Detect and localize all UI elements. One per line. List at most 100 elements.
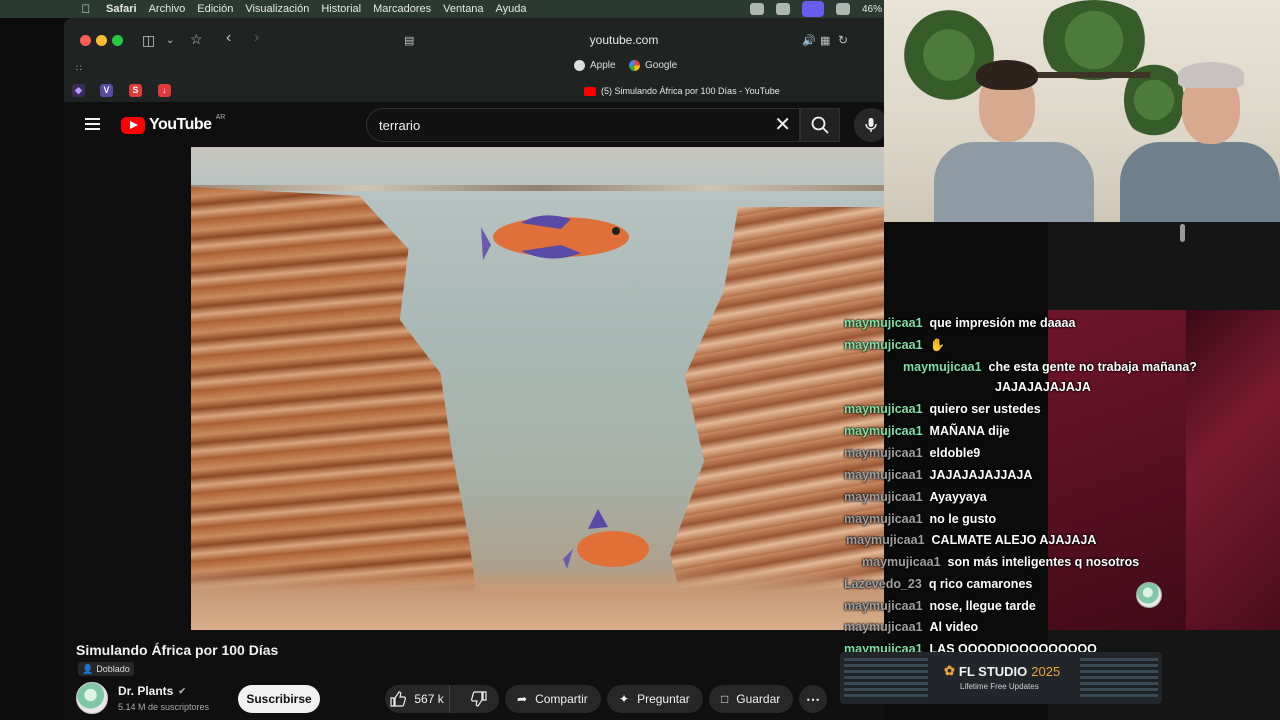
more-options-button[interactable]: ⋯ bbox=[799, 685, 827, 713]
dubbed-icon: 👤 bbox=[82, 664, 94, 674]
ad-title: ✿ FL STUDIO 2025 bbox=[944, 663, 1060, 679]
screen-mirror-icon[interactable] bbox=[801, 1, 824, 17]
sand-bottom bbox=[191, 567, 884, 630]
youtube-favicon-icon bbox=[584, 86, 596, 96]
star-icon[interactable]: ☆ bbox=[190, 32, 203, 46]
speaker-icon[interactable]: 🔊 bbox=[802, 34, 816, 48]
tab-title-label: (5) Simulando África por 100 Días - YouT… bbox=[601, 86, 780, 96]
save-label: Guardar bbox=[736, 692, 781, 706]
extension-v-icon[interactable]: V bbox=[100, 84, 113, 97]
forward-icon[interactable]: › bbox=[254, 30, 259, 46]
fish-small-icon bbox=[563, 509, 649, 569]
favorite-google[interactable]: Google bbox=[629, 60, 677, 71]
search-button[interactable] bbox=[800, 108, 840, 142]
country-code: AR bbox=[215, 113, 226, 121]
like-count: 567 k bbox=[414, 692, 444, 706]
share-icon: ➦ bbox=[517, 692, 528, 706]
youtube-play-icon bbox=[121, 116, 145, 134]
thumbs-down-icon bbox=[470, 691, 487, 707]
zoom-window-button[interactable] bbox=[112, 35, 123, 46]
menu-marcadores[interactable]: Marcadores bbox=[373, 3, 431, 15]
channel-name-label: Dr. Plants bbox=[118, 684, 174, 698]
dislike-button[interactable] bbox=[458, 685, 499, 713]
google-favicon-icon bbox=[629, 60, 640, 71]
menu-ventana[interactable]: Ventana bbox=[443, 3, 483, 15]
menu-edicion[interactable]: Edición bbox=[197, 3, 233, 15]
address-bar[interactable]: ▤ youtube.com 🔊 ▦ ↻ bbox=[394, 30, 854, 52]
download-icon[interactable]: ↓ bbox=[158, 84, 171, 97]
favorite-google-label: Google bbox=[645, 60, 678, 71]
dubbed-label: Doblado bbox=[96, 664, 130, 674]
share-button[interactable]: ➦ Compartir bbox=[505, 685, 601, 713]
like-button[interactable]: 567 k bbox=[385, 685, 451, 713]
water-surface bbox=[191, 185, 884, 191]
ad-title-text: FL STUDIO bbox=[958, 663, 1028, 679]
extension-s-icon[interactable]: S bbox=[129, 84, 142, 97]
menu-safari[interactable]: Safari bbox=[106, 3, 137, 15]
daw-screenshot-left bbox=[844, 658, 928, 698]
ad-subtitle: Lifetime Free Updates bbox=[960, 682, 1039, 691]
subscribe-button[interactable]: Suscribirse bbox=[238, 685, 320, 713]
sparkle-icon: ✦ bbox=[619, 692, 630, 706]
youtube-logo[interactable]: YouTube AR bbox=[121, 113, 226, 134]
close-window-button[interactable] bbox=[80, 35, 91, 46]
save-button[interactable]: □ Guardar bbox=[709, 685, 793, 713]
fl-studio-ad[interactable]: ✿ FL STUDIO 2025 Lifetime Free Updates bbox=[840, 652, 1162, 704]
back-icon[interactable]: ‹ bbox=[226, 30, 231, 46]
youtube-page: YouTube AR terrario ✕ Simulando África p… bbox=[64, 102, 888, 720]
apple-menu-icon[interactable]:  bbox=[78, 1, 94, 17]
chevron-down-icon[interactable]: ⌄ bbox=[166, 34, 174, 48]
status-tray: 46% bbox=[749, 0, 884, 18]
minimize-window-button[interactable] bbox=[96, 35, 107, 46]
chat-avatar bbox=[1136, 582, 1162, 608]
menu-archivo[interactable]: Archivo bbox=[149, 3, 186, 15]
subscriber-count: 5.14 M de suscriptores bbox=[118, 702, 210, 712]
menu-icon[interactable] bbox=[85, 118, 100, 130]
sidebar-icon[interactable]: ◫ bbox=[142, 33, 155, 47]
clear-search-icon[interactable]: ✕ bbox=[774, 114, 791, 136]
search-icon bbox=[811, 116, 829, 134]
battery-percent: 46% bbox=[861, 3, 882, 15]
menu-visualizacion[interactable]: Visualización bbox=[245, 3, 309, 15]
live-chat-overlay: maymujicaa1 que impresión me daaaa maymuj… bbox=[840, 312, 1280, 660]
translate-icon[interactable]: ▦ bbox=[820, 34, 830, 48]
ask-label: Preguntar bbox=[637, 692, 690, 706]
channel-avatar[interactable] bbox=[76, 682, 108, 714]
chat-message: Lazevedo_23 q rico camarones bbox=[844, 577, 1033, 591]
chat-message: maymujicaa1 son más inteligentes q nosotr… bbox=[862, 555, 1140, 569]
rock-left bbox=[191, 187, 481, 630]
play-icon[interactable] bbox=[835, 3, 850, 15]
favorites-bar: ∷ Apple Google bbox=[64, 58, 884, 76]
share-label: Compartir bbox=[535, 692, 588, 706]
url-text: youtube.com bbox=[589, 33, 659, 47]
dubbed-badge: 👤 Doblado bbox=[78, 662, 134, 676]
channel-name[interactable]: Dr. Plants ✔ bbox=[118, 684, 186, 698]
chat-message: maymujicaa1 quiero ser ustedes bbox=[844, 402, 1041, 416]
chat-message: maymujicaa1 no le gusto bbox=[844, 512, 997, 526]
search-value: terrario bbox=[379, 118, 421, 133]
daw-screenshot-right bbox=[1080, 658, 1158, 698]
webcam-overlay bbox=[884, 0, 1280, 222]
grid-icon[interactable]: ∷ bbox=[76, 61, 82, 75]
bookmark-icon: □ bbox=[721, 692, 729, 706]
cloud-icon[interactable] bbox=[749, 3, 764, 15]
menu-historial[interactable]: Historial bbox=[321, 3, 361, 15]
chat-message: maymujicaa1 Al video bbox=[844, 620, 979, 634]
macos-menu-bar:  Safari Archivo Edición Visualización H… bbox=[0, 0, 884, 18]
menu-ayuda[interactable]: Ayuda bbox=[496, 3, 527, 15]
scrollbar[interactable] bbox=[1180, 224, 1185, 242]
reload-icon[interactable]: ↻ bbox=[838, 33, 848, 47]
search-input[interactable]: terrario ✕ bbox=[366, 108, 800, 142]
emoji-icon: ✋ bbox=[929, 338, 946, 352]
chat-message: maymujicaa1 eldoble9 bbox=[844, 446, 981, 460]
tab-youtube[interactable]: (5) Simulando África por 100 Días - YouT… bbox=[584, 86, 780, 96]
extension-icon[interactable]: ◆ bbox=[72, 84, 85, 97]
youtube-header: YouTube AR terrario ✕ bbox=[64, 102, 888, 148]
voice-search-button[interactable] bbox=[854, 108, 888, 142]
chat-icon[interactable] bbox=[775, 3, 790, 15]
favorite-apple[interactable]: Apple bbox=[574, 60, 616, 71]
youtube-wordmark: YouTube bbox=[149, 116, 212, 133]
ask-button[interactable]: ✦ Preguntar bbox=[607, 685, 703, 713]
chat-message: maymujicaa1 CALMATE ALEJO AJAJAJA bbox=[846, 533, 1097, 547]
video-player[interactable] bbox=[191, 147, 884, 630]
